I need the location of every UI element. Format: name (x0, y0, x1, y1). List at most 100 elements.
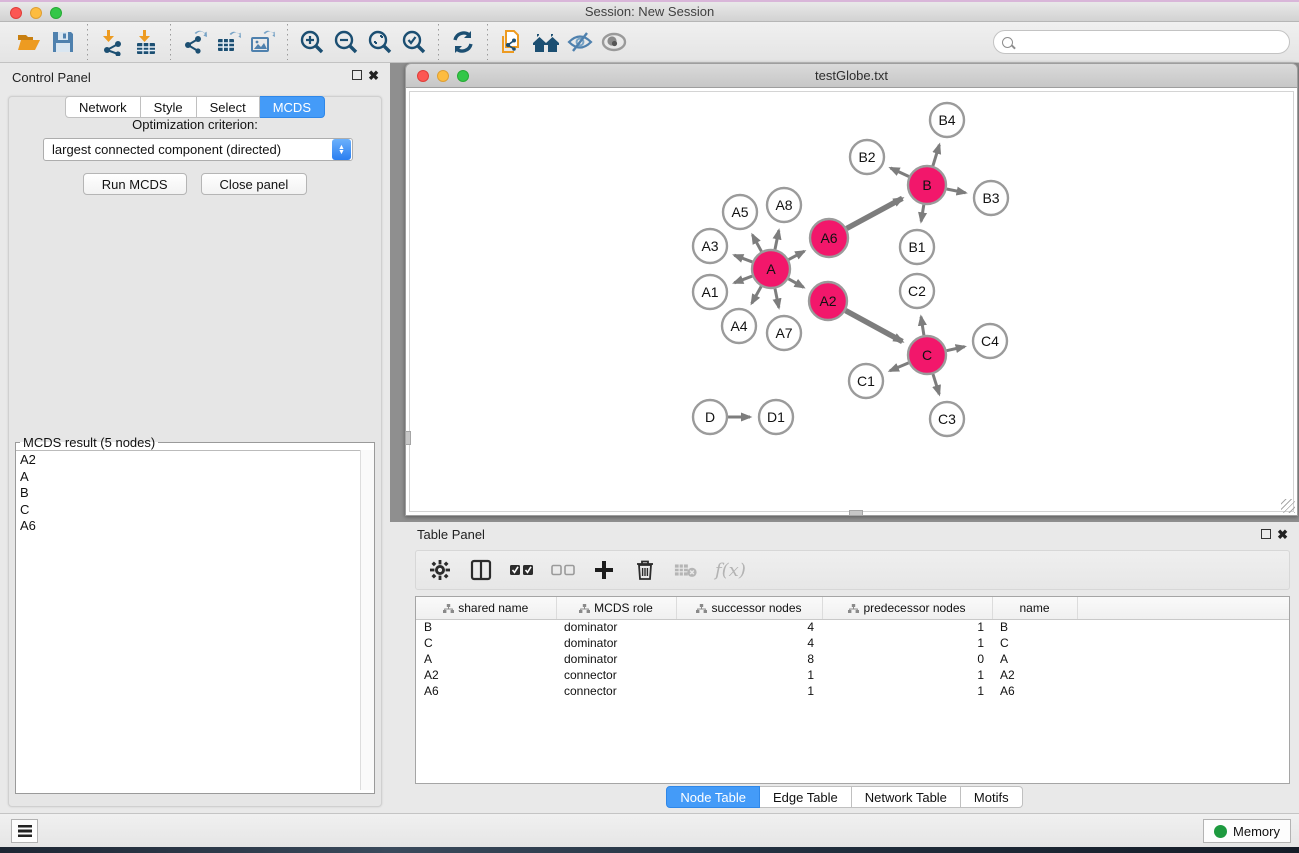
run-mcds-button[interactable]: Run MCDS (83, 173, 187, 195)
table-tab-network-table[interactable]: Network Table (852, 786, 961, 808)
tab-network[interactable]: Network (65, 96, 141, 118)
zoom-window-button[interactable] (50, 7, 62, 19)
column-view-icon[interactable] (469, 558, 493, 582)
show-graphics-icon[interactable] (597, 25, 631, 59)
zoom-in-icon[interactable] (295, 25, 329, 59)
network-view-window[interactable]: testGlobe.txt B4B2BB3A5A8A6B1A3AA1C2A2A4… (405, 63, 1298, 516)
result-list-item[interactable]: A2 (16, 451, 374, 468)
cell-name[interactable]: A2 (992, 667, 1077, 683)
vertical-scroll-nub[interactable] (405, 431, 411, 445)
result-list-item[interactable]: A6 (16, 517, 374, 534)
network-window-titlebar[interactable]: testGlobe.txt (405, 63, 1298, 88)
result-list-item[interactable]: C (16, 501, 374, 518)
cell-successor-nodes[interactable]: 4 (676, 635, 822, 651)
edge-B-B1[interactable] (921, 205, 924, 222)
edge-C-C3[interactable] (933, 374, 939, 394)
node-table[interactable]: shared nameMCDS rolesuccessor nodesprede… (415, 596, 1290, 784)
task-history-button[interactable] (11, 819, 38, 843)
network-minimize-button[interactable] (437, 70, 449, 82)
cell-name[interactable]: B (992, 619, 1077, 635)
gear-icon[interactable] (428, 558, 452, 582)
tab-style[interactable]: Style (141, 96, 197, 118)
cell-predecessor-nodes[interactable]: 1 (822, 683, 992, 699)
cell-MCDS-role[interactable]: dominator (556, 651, 676, 667)
cell-shared-name[interactable]: B (416, 619, 556, 635)
save-session-icon[interactable] (46, 25, 80, 59)
column-header-successor-nodes[interactable]: successor nodes (676, 597, 822, 619)
network-graph[interactable]: B4B2BB3A5A8A6B1A3AA1C2A2A4A7C4CC1C3DD1 (406, 88, 1298, 515)
cell-MCDS-role[interactable]: dominator (556, 635, 676, 651)
add-icon[interactable] (592, 558, 616, 582)
mcds-result-list[interactable]: A2ABCA6 (16, 450, 374, 790)
cell-shared-name[interactable]: A6 (416, 683, 556, 699)
function-builder-icon[interactable]: f(x) (715, 558, 746, 582)
close-panel-button[interactable]: Close panel (201, 173, 308, 195)
edge-A-A3[interactable] (734, 255, 752, 262)
refresh-icon[interactable] (446, 25, 480, 59)
tab-mcds[interactable]: MCDS (260, 96, 325, 118)
search-input[interactable] (1018, 33, 1289, 51)
table-tab-node-table[interactable]: Node Table (666, 786, 760, 808)
edge-A-A1[interactable] (734, 276, 752, 283)
close-window-button[interactable] (10, 7, 22, 19)
clear-table-icon[interactable] (674, 558, 698, 582)
result-list-item[interactable]: A (16, 468, 374, 485)
search-field[interactable] (993, 30, 1290, 54)
table-float-panel-icon[interactable] (1261, 529, 1271, 541)
cell-MCDS-role[interactable]: dominator (556, 619, 676, 635)
network-zoom-button[interactable] (457, 70, 469, 82)
zoom-out-icon[interactable] (329, 25, 363, 59)
export-table-icon[interactable] (212, 25, 246, 59)
delete-icon[interactable] (633, 558, 657, 582)
criterion-dropdown[interactable]: largest connected component (directed) ▲… (43, 138, 353, 161)
cell-predecessor-nodes[interactable]: 1 (822, 667, 992, 683)
edge-C-C2[interactable] (921, 317, 924, 336)
cell-successor-nodes[interactable]: 4 (676, 619, 822, 635)
table-tab-edge-table[interactable]: Edge Table (760, 786, 852, 808)
cell-shared-name[interactable]: A (416, 651, 556, 667)
edge-C-C4[interactable] (947, 347, 965, 351)
cell-name[interactable]: C (992, 635, 1077, 651)
cell-shared-name[interactable]: A2 (416, 667, 556, 683)
select-all-icon[interactable] (510, 558, 534, 582)
float-panel-icon[interactable] (352, 70, 362, 82)
table-close-panel-icon[interactable]: ✖ (1277, 529, 1288, 541)
import-network-icon[interactable] (95, 25, 129, 59)
memory-button[interactable]: Memory (1203, 819, 1291, 843)
edge-A-A8[interactable] (775, 230, 779, 249)
edge-A-A5[interactable] (752, 235, 761, 252)
table-row[interactable]: A6connector11A6 (416, 683, 1289, 699)
edge-B-B4[interactable] (933, 145, 939, 166)
cell-predecessor-nodes[interactable]: 0 (822, 651, 992, 667)
network-close-button[interactable] (417, 70, 429, 82)
close-panel-icon[interactable]: ✖ (368, 70, 379, 82)
column-header-name[interactable]: name (992, 597, 1077, 619)
edge-A-A6[interactable] (789, 251, 805, 259)
tab-select[interactable]: Select (197, 96, 260, 118)
export-image-icon[interactable] (246, 25, 280, 59)
cell-successor-nodes[interactable]: 8 (676, 651, 822, 667)
cell-name[interactable]: A6 (992, 683, 1077, 699)
import-table-icon[interactable] (129, 25, 163, 59)
edge-B-B2[interactable] (891, 168, 909, 177)
cell-predecessor-nodes[interactable]: 1 (822, 635, 992, 651)
edge-A-A7[interactable] (775, 289, 779, 308)
edge-A6-B[interactable] (847, 198, 903, 228)
edge-A2-C[interactable] (846, 311, 903, 342)
export-network-icon[interactable] (178, 25, 212, 59)
edge-C-C1[interactable] (890, 363, 909, 371)
minimize-window-button[interactable] (30, 7, 42, 19)
cell-name[interactable]: A (992, 651, 1077, 667)
cell-shared-name[interactable]: C (416, 635, 556, 651)
table-row[interactable]: Adominator80A (416, 651, 1289, 667)
column-header-predecessor-nodes[interactable]: predecessor nodes (822, 597, 992, 619)
table-row[interactable]: A2connector11A2 (416, 667, 1289, 683)
cell-successor-nodes[interactable]: 1 (676, 667, 822, 683)
open-file-icon[interactable] (12, 25, 46, 59)
table-tab-motifs[interactable]: Motifs (961, 786, 1023, 808)
table-row[interactable]: Bdominator41B (416, 619, 1289, 635)
edge-A-A4[interactable] (752, 286, 761, 303)
cell-MCDS-role[interactable]: connector (556, 683, 676, 699)
deselect-all-icon[interactable] (551, 558, 575, 582)
cell-successor-nodes[interactable]: 1 (676, 683, 822, 699)
